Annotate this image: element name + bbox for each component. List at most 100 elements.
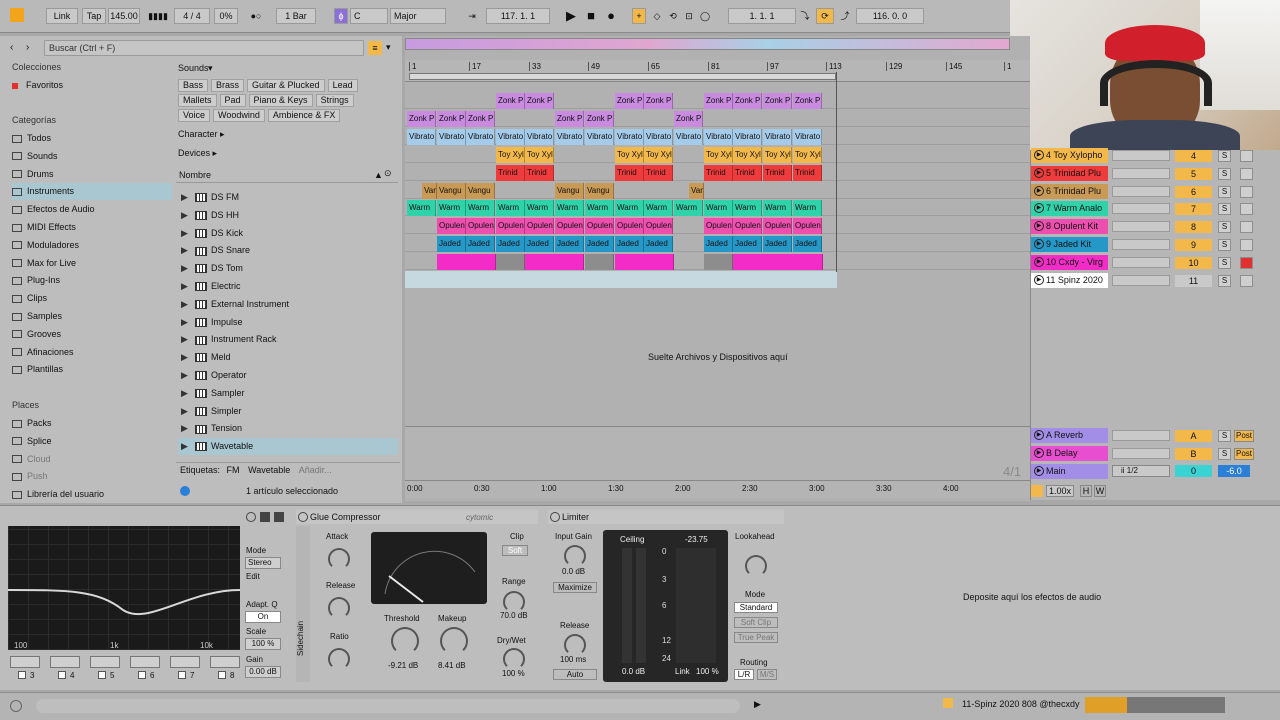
arrangement-clip[interactable]: Warm — [704, 200, 733, 216]
category-item-plugins[interactable]: Plug-Ins — [12, 272, 172, 289]
tag-guitar[interactable]: Guitar & Plucked — [247, 79, 325, 92]
browser-search[interactable]: Buscar (Ctrl + F) — [44, 40, 364, 56]
category-item-instruments[interactable]: Instruments — [12, 183, 172, 201]
track-activator[interactable]: 6 — [1175, 185, 1212, 198]
category-item-max-for-live[interactable]: Max for Live — [12, 255, 172, 272]
eq-band-filter-icon[interactable] — [90, 656, 120, 668]
track-activator[interactable]: 5 — [1175, 167, 1212, 180]
lim-softclip-button[interactable]: Soft Clip — [734, 617, 778, 628]
device-list-item[interactable]: ▶ DS HH — [178, 207, 398, 224]
device-list-item[interactable]: ▶ Operator — [178, 367, 398, 384]
tag-add-link[interactable]: Añadir... — [299, 465, 332, 475]
device-list-item[interactable]: ▶ External Instrument — [178, 296, 398, 313]
category-item-all[interactable]: Todos — [12, 130, 172, 147]
eq-band-checkbox[interactable] — [58, 671, 66, 679]
glue-makeup-knob[interactable] — [440, 627, 468, 655]
browser-filter-icon[interactable]: ≡ — [368, 41, 382, 55]
time-ruler[interactable] — [405, 480, 1030, 498]
arrangement-clip[interactable]: Opulen — [704, 218, 733, 234]
track-header[interactable]: ▶ 4 Toy Xylopho — [1031, 148, 1108, 163]
tag-ambience[interactable]: Ambience & FX — [267, 109, 341, 122]
arrangement-clip[interactable]: Toy Xyl — [763, 147, 792, 163]
arrangement-clip[interactable]: Zonk P — [585, 111, 614, 127]
glue-drywet-knob[interactable] — [503, 648, 525, 670]
return-activator[interactable]: A — [1175, 430, 1212, 442]
arrangement-clip[interactable]: Warm — [644, 200, 673, 216]
limiter-title-bar[interactable]: Limiter — [548, 510, 784, 524]
punch-out-icon[interactable]: ⤴ — [838, 8, 852, 24]
expand-arrow-icon[interactable]: ▶ — [181, 438, 189, 455]
arrangement-clip[interactable]: Trinid — [615, 165, 644, 181]
track-activator[interactable]: 7 — [1175, 203, 1212, 216]
main-db-field[interactable]: -6.0 — [1218, 465, 1250, 477]
tag-piano[interactable]: Piano & Keys — [248, 94, 313, 107]
arrangement-clip[interactable]: Trinid — [704, 165, 733, 181]
device-list-item[interactable]: ▶ Meld — [178, 349, 398, 366]
expand-arrow-icon[interactable]: ▶ — [181, 403, 189, 420]
arrangement-clip[interactable]: Vangu — [466, 183, 495, 199]
session-record-icon[interactable]: ◯ — [698, 8, 712, 24]
arrangement-clip[interactable]: Vibrato — [585, 129, 614, 145]
arrangement-clip[interactable]: Vibrato — [525, 129, 554, 145]
track-lane[interactable] — [405, 182, 1030, 199]
tag-mallets[interactable]: Mallets — [178, 94, 217, 107]
loop-switch[interactable]: ⟳ — [816, 8, 834, 24]
track-play-icon[interactable]: ▶ — [1034, 239, 1044, 249]
position-field[interactable]: 117. 1. 1 — [486, 8, 550, 24]
track-activator[interactable]: 11 — [1175, 274, 1212, 287]
tag-lead[interactable]: Lead — [327, 79, 358, 92]
arrangement-clip[interactable]: Zonk P — [644, 93, 673, 109]
device-list-item[interactable]: ▶ Sampler — [178, 385, 398, 402]
eq-band-checkbox[interactable] — [98, 671, 106, 679]
arm-button[interactable] — [1240, 221, 1253, 234]
arrangement-clip[interactable]: Jaded — [763, 236, 792, 252]
empty-clip-slot[interactable] — [496, 254, 525, 270]
eq-adapt-toggle[interactable]: On — [245, 611, 281, 623]
overview-thumb[interactable] — [1085, 697, 1225, 713]
character-label[interactable]: Character ▸ — [178, 129, 225, 140]
arrangement-clip[interactable] — [733, 254, 823, 270]
category-item-clips[interactable]: Clips — [12, 290, 172, 307]
arrangement-clip[interactable]: Jaded — [437, 236, 466, 252]
arrangement-clip[interactable]: Zonk P — [496, 93, 525, 109]
track-play-icon[interactable]: ▶ — [1034, 221, 1044, 232]
arm-button[interactable] — [1240, 239, 1253, 251]
arrangement-clip[interactable]: Opulen — [615, 218, 644, 234]
glue-threshold-knob[interactable] — [391, 627, 419, 655]
tag-chip-fm[interactable]: FM — [227, 465, 240, 475]
track-header[interactable]: ▶ 11 Spinz 2020 — [1031, 272, 1108, 288]
tag-woodwind[interactable]: Woodwind — [213, 109, 265, 122]
device-list-item[interactable]: ▶ DS Tom — [178, 260, 398, 277]
solo-button[interactable]: S — [1218, 150, 1231, 162]
arrangement-clip[interactable]: Warm — [496, 200, 525, 216]
expand-arrow-icon[interactable]: ▶ — [181, 420, 189, 437]
eq-band-checkbox[interactable] — [178, 671, 186, 679]
favorites-item[interactable]: Favoritos — [12, 77, 172, 94]
category-item-drums[interactable]: Drums — [12, 166, 172, 183]
empty-clip-slot[interactable] — [585, 254, 614, 270]
column-name-label[interactable]: Nombre — [179, 170, 211, 180]
eq-display[interactable] — [7, 526, 241, 650]
tag-pad[interactable]: Pad — [219, 94, 246, 107]
expand-arrow-icon[interactable]: ▶ — [181, 385, 189, 402]
track-header[interactable]: ▶ 5 Trinidad Plu — [1031, 165, 1108, 181]
main-output-dropdown[interactable]: ii 1/2 — [1112, 465, 1170, 477]
track-header[interactable]: ▶ 8 Opulent Kit — [1031, 219, 1108, 235]
lim-input-knob[interactable] — [564, 545, 586, 567]
arrangement-clip[interactable]: Zonk P — [407, 111, 436, 127]
arrangement-clip[interactable]: Jaded — [704, 236, 733, 252]
status-arrow-icon[interactable]: ▶ — [754, 699, 761, 710]
arrangement-clip[interactable]: Jaded — [615, 236, 644, 252]
track-play-icon[interactable]: ▶ — [1034, 274, 1044, 285]
eq-band-checkbox[interactable] — [18, 671, 26, 679]
eq-toggle-icon[interactable] — [246, 512, 256, 522]
arrangement-clip[interactable]: Warm — [674, 200, 703, 216]
loop-start-field[interactable]: 1. 1. 1 — [728, 8, 796, 24]
arrangement-clip[interactable]: Vangu — [555, 183, 584, 199]
arrangement-clip[interactable]: Zonk P — [555, 111, 584, 127]
track-play-icon[interactable]: ▶ — [1034, 185, 1044, 196]
track-header[interactable]: ▶ 9 Jaded Kit — [1031, 237, 1108, 252]
track-activator[interactable]: 4 — [1175, 150, 1212, 162]
forward-icon[interactable]: › — [26, 42, 29, 53]
glue-sidechain-strip[interactable]: Sidechain — [296, 526, 310, 682]
